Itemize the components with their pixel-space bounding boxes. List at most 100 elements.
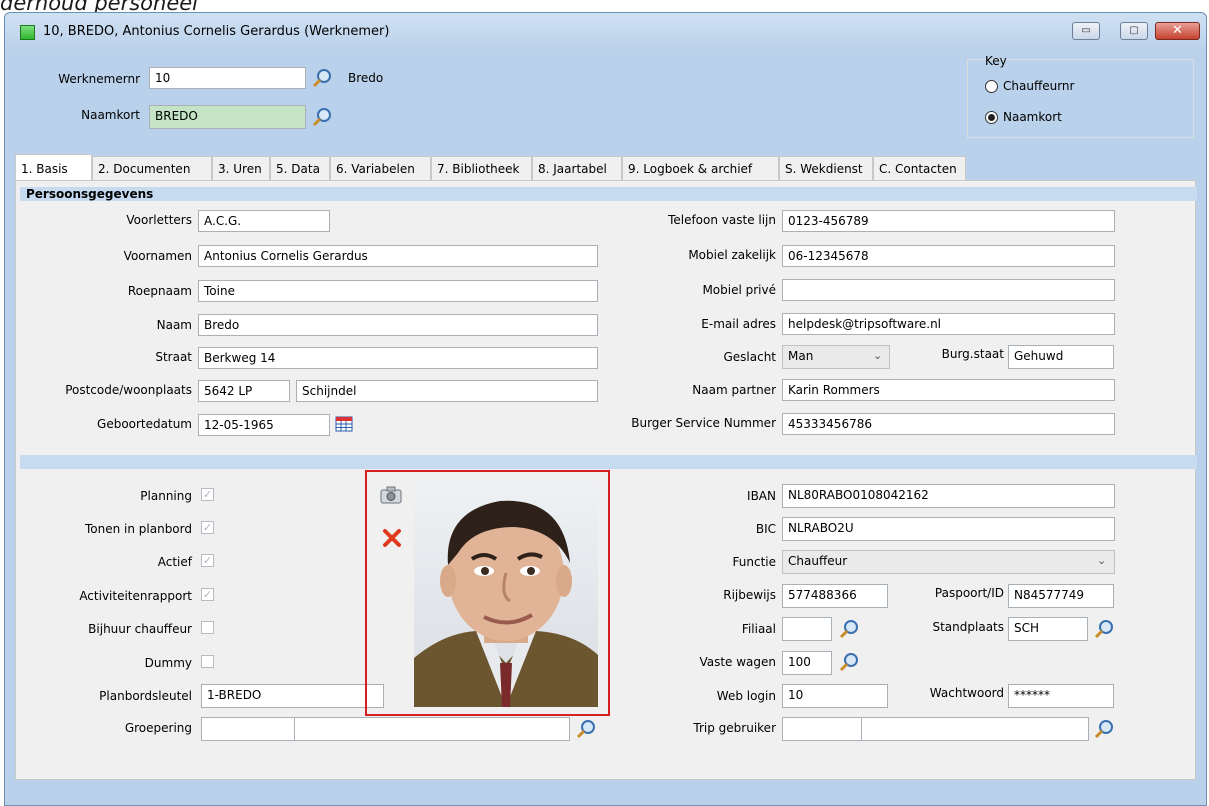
planbord-label: Tonen in planbord	[84, 522, 192, 536]
section-bar-bottom	[20, 455, 1197, 469]
radio-chauffeurnr[interactable]	[985, 80, 998, 93]
search-icon[interactable]	[839, 652, 859, 672]
bijhuur-checkbox[interactable]	[201, 621, 214, 634]
calendar-icon[interactable]	[335, 416, 353, 432]
tonen-planbord-checkbox[interactable]: ✓	[201, 521, 214, 534]
tab-basis[interactable]: 1. Basis	[15, 154, 92, 180]
section-bar-top	[20, 187, 1197, 201]
telefoon-input[interactable]: 0123-456789	[782, 210, 1115, 232]
geslacht-label: Geslacht	[723, 350, 776, 364]
planning-label: Planning	[140, 489, 192, 503]
web-login-input[interactable]: 10	[782, 684, 888, 708]
filiaal-input[interactable]	[782, 617, 832, 641]
title-bar[interactable]: 10, BREDO, Antonius Cornelis Gerardus (W…	[5, 13, 1206, 51]
radio-chauffeurnr-label[interactable]: Chauffeurnr	[1003, 79, 1074, 93]
trip-gebruiker-name-input[interactable]	[861, 717, 1089, 741]
maximize-button[interactable]: ▢	[1120, 22, 1148, 40]
mobiel-prive-label: Mobiel privé	[702, 283, 776, 297]
trip-gebruiker-label: Trip gebruiker	[693, 721, 776, 735]
tab-jaartabel[interactable]: 8. Jaartabel	[532, 156, 622, 180]
vaste-wagen-input[interactable]: 100	[782, 651, 832, 675]
bsn-input[interactable]: 45333456786	[782, 413, 1115, 435]
bsn-label: Burger Service Nummer	[631, 416, 776, 430]
voorletters-input[interactable]: A.C.G.	[198, 210, 330, 232]
planning-checkbox[interactable]: ✓	[201, 488, 214, 501]
rijbewijs-input[interactable]: 577488366	[782, 584, 888, 608]
email-input[interactable]: helpdesk@tripsoftware.nl	[782, 313, 1115, 335]
werknemernr-input[interactable]: 10	[149, 67, 306, 89]
werknemer-name: Bredo	[348, 71, 384, 85]
radio-naamkort-label[interactable]: Naamkort	[1003, 110, 1062, 124]
partner-label: Naam partner	[692, 383, 776, 397]
camera-icon[interactable]	[380, 486, 402, 504]
groepering-label: Groepering	[124, 721, 192, 735]
functie-select[interactable]: Chauffeur	[782, 550, 1115, 574]
groepering-name-input[interactable]	[294, 717, 570, 741]
search-icon[interactable]	[839, 619, 859, 639]
naamkort-label: Naamkort	[81, 108, 140, 122]
burgstaat-label: Burg.staat	[941, 347, 1004, 361]
chevron-down-icon[interactable]: ⌄	[873, 349, 882, 362]
search-icon[interactable]	[1094, 719, 1114, 739]
delete-icon[interactable]	[382, 528, 402, 548]
activiteitenrapport-checkbox[interactable]: ✓	[201, 588, 214, 601]
key-title: Key	[985, 54, 1007, 68]
app-icon	[20, 25, 35, 40]
iban-input[interactable]: NL80RABO0108042162	[782, 484, 1115, 508]
postcode-input[interactable]: 5642 LP	[198, 380, 290, 402]
employee-photo	[414, 483, 598, 707]
section-title: Persoonsgegevens	[26, 187, 154, 201]
voornamen-input[interactable]: Antonius Cornelis Gerardus	[198, 245, 598, 267]
planbordsleutel-input[interactable]: 1-BREDO	[201, 684, 384, 708]
mobiel-zakelijk-input[interactable]: 06-12345678	[782, 245, 1115, 267]
search-icon[interactable]	[312, 107, 332, 127]
search-icon[interactable]	[312, 68, 332, 88]
wachtwoord-input[interactable]: ******	[1008, 684, 1114, 708]
search-icon[interactable]	[576, 719, 596, 739]
tab-variabelen[interactable]: 6. Variabelen	[330, 156, 431, 180]
tab-uren[interactable]: 3. Uren	[212, 156, 270, 180]
functie-label: Functie	[732, 555, 776, 569]
tab-logboek[interactable]: 9. Logboek & archief	[622, 156, 779, 180]
naamkort-input[interactable]: BREDO	[149, 105, 306, 129]
burgstaat-input[interactable]: Gehuwd	[1008, 345, 1114, 369]
straat-input[interactable]: Berkweg 14	[198, 347, 598, 369]
roepnaam-input[interactable]: Toine	[198, 280, 598, 302]
minimize-button[interactable]: ▭	[1072, 22, 1100, 40]
dummy-checkbox[interactable]	[201, 655, 214, 668]
groepering-code-input[interactable]	[201, 717, 295, 741]
chevron-down-icon[interactable]: ⌄	[1097, 554, 1106, 567]
search-icon[interactable]	[1094, 619, 1114, 639]
postcode-label: Postcode/woonplaats	[65, 383, 192, 397]
woonplaats-input[interactable]: Schijndel	[296, 380, 598, 402]
tab-wekdienst[interactable]: S. Wekdienst	[779, 156, 873, 180]
close-button[interactable]: ✕	[1155, 22, 1200, 40]
activiteitenrapport-label: Activiteitenrapport	[79, 589, 192, 603]
tab-data[interactable]: 5. Data	[270, 156, 330, 180]
mobiel-prive-input[interactable]	[782, 279, 1115, 301]
bic-label: BIC	[755, 522, 776, 536]
bic-input[interactable]: NLRABO2U	[782, 517, 1115, 541]
paspoort-label: Paspoort/ID	[934, 586, 1004, 600]
actief-label: Actief	[157, 555, 192, 569]
key-group	[967, 59, 1194, 138]
straat-label: Straat	[155, 350, 192, 364]
dummy-label: Dummy	[144, 656, 192, 670]
planbordsleutel-label: Planbordsleutel	[99, 689, 192, 703]
radio-naamkort[interactable]	[985, 111, 998, 124]
standplaats-input[interactable]: SCH	[1008, 617, 1088, 641]
tab-documenten[interactable]: 2. Documenten	[92, 156, 212, 180]
actief-checkbox[interactable]: ✓	[201, 554, 214, 567]
window-title: 10, BREDO, Antonius Cornelis Gerardus (W…	[43, 24, 390, 39]
web-login-label: Web login	[716, 689, 776, 703]
trip-gebruiker-code-input[interactable]	[782, 717, 862, 741]
telefoon-label: Telefoon vaste lijn	[668, 213, 776, 227]
roepnaam-label: Roepnaam	[127, 284, 192, 298]
partner-input[interactable]: Karin Rommers	[782, 379, 1115, 401]
tab-contacten[interactable]: C. Contacten	[873, 156, 966, 180]
tab-bibliotheek[interactable]: 7. Bibliotheek	[431, 156, 532, 180]
paspoort-input[interactable]: N84577749	[1008, 584, 1114, 608]
geboortedatum-input[interactable]: 12-05-1965	[198, 414, 330, 436]
naam-input[interactable]: Bredo	[198, 314, 598, 336]
mobiel-zakelijk-label: Mobiel zakelijk	[688, 248, 776, 262]
